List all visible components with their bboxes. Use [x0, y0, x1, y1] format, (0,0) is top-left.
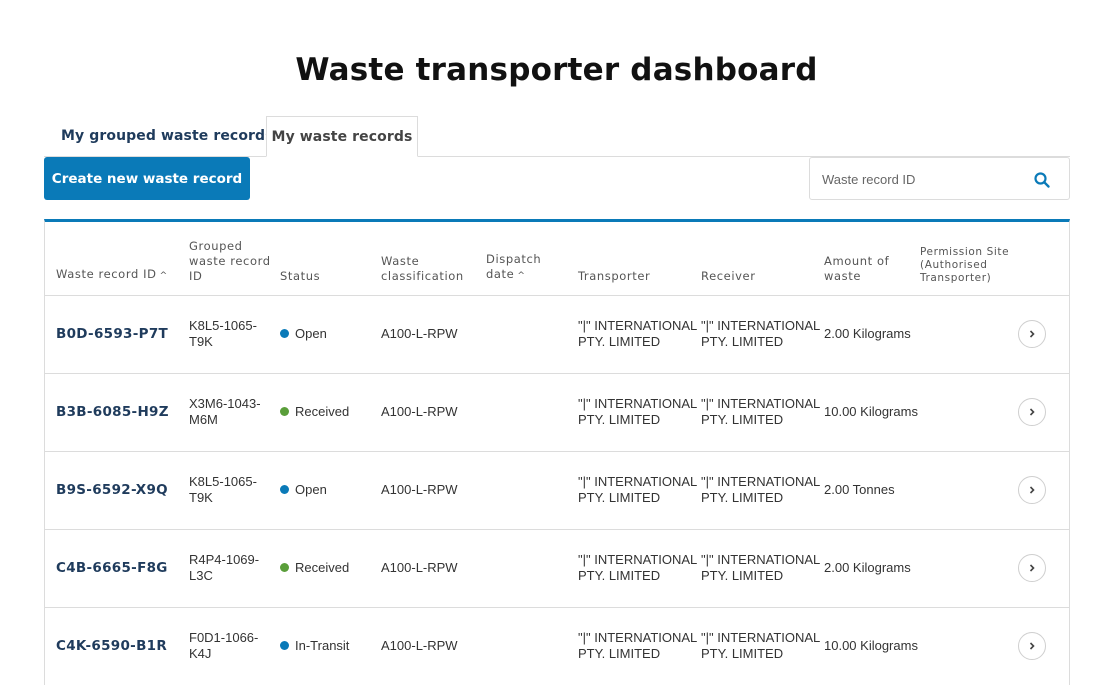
status-label: Open: [295, 482, 327, 497]
receiver: "|" INTERNATIONAL PTY. LIMITED: [701, 529, 824, 608]
waste-classification: A100-L-RPW: [381, 295, 486, 374]
status-cell: Open: [280, 451, 381, 530]
table-row[interactable]: B9S-6592-X9Q K8L5-1065-T9K Open A100-L-R…: [45, 451, 1070, 530]
waste-classification: A100-L-RPW: [381, 373, 486, 452]
status-label: Received: [295, 560, 350, 575]
status-dot-icon: [280, 563, 289, 572]
column-header-grouped-waste-record-id: Grouped waste record ID: [189, 222, 280, 296]
waste-record-id-link[interactable]: C4B-6665-F8G: [56, 560, 168, 576]
status-dot-icon: [280, 485, 289, 494]
amount-of-waste: 10.00 Kilograms: [824, 373, 920, 452]
waste-classification: A100-L-RPW: [381, 529, 486, 608]
view-record-button[interactable]: [1018, 398, 1046, 426]
view-record-button[interactable]: [1018, 632, 1046, 660]
view-record-button[interactable]: [1018, 476, 1046, 504]
table-row[interactable]: C4B-6665-F8G R4P4-1069-L3C Received A100…: [45, 529, 1070, 608]
amount-of-waste: 2.00 Tonnes: [824, 451, 920, 530]
dispatch-date: [486, 607, 578, 685]
column-header-waste-classification: Waste classification: [381, 222, 486, 296]
permission-site: [920, 295, 1018, 374]
waste-record-id-link[interactable]: C4K-6590-B1R: [56, 638, 167, 654]
dispatch-date: [486, 451, 578, 530]
search-box: [809, 157, 1070, 200]
transporter: "|" INTERNATIONAL PTY. LIMITED: [578, 529, 701, 608]
table-header-row: Waste record ID ^ Grouped waste record ID…: [45, 222, 1070, 296]
permission-site: [920, 451, 1018, 530]
waste-classification: A100-L-RPW: [381, 451, 486, 530]
status-dot-icon: [280, 329, 289, 338]
status-dot-icon: [280, 641, 289, 650]
permission-site: [920, 607, 1018, 685]
column-header-dispatch-date[interactable]: Dispatch date ^: [486, 222, 578, 296]
transporter: "|" INTERNATIONAL PTY. LIMITED: [578, 295, 701, 374]
status-label: Received: [295, 404, 350, 419]
chevron-right-icon: [1029, 408, 1035, 416]
waste-record-id-link[interactable]: B0D-6593-P7T: [56, 326, 168, 342]
receiver: "|" INTERNATIONAL PTY. LIMITED: [701, 451, 824, 530]
waste-classification: A100-L-RPW: [381, 607, 486, 685]
permission-site: [920, 529, 1018, 608]
status-label: Open: [295, 326, 327, 341]
chevron-right-icon: [1029, 642, 1035, 650]
column-header-permission-site: Permission Site (Authorised Transporter): [920, 222, 1018, 296]
tab-bar: My grouped waste records My waste record…: [44, 116, 1070, 157]
grouped-waste-record-id: F0D1-1066-K4J: [189, 607, 280, 685]
tab-my-grouped-waste-records[interactable]: My grouped waste records: [61, 116, 274, 157]
column-header-amount-of-waste: Amount of waste: [824, 222, 920, 296]
column-header-waste-record-id[interactable]: Waste record ID ^: [45, 222, 189, 296]
transporter: "|" INTERNATIONAL PTY. LIMITED: [578, 451, 701, 530]
table-row[interactable]: B3B-6085-H9Z X3M6-1043-M6M Received A100…: [45, 373, 1070, 452]
grouped-waste-record-id: X3M6-1043-M6M: [189, 373, 280, 452]
sort-ascending-icon[interactable]: ^: [517, 271, 525, 281]
status-label: In-Transit: [295, 638, 350, 653]
waste-records-table: Waste record ID ^ Grouped waste record ID…: [44, 219, 1070, 685]
waste-record-id-link[interactable]: B3B-6085-H9Z: [56, 404, 169, 420]
transporter: "|" INTERNATIONAL PTY. LIMITED: [578, 607, 701, 685]
column-header-actions: [1018, 222, 1070, 296]
waste-record-id-search-input[interactable]: [822, 168, 1022, 190]
status-cell: Open: [280, 295, 381, 374]
status-dot-icon: [280, 407, 289, 416]
chevron-right-icon: [1029, 564, 1035, 572]
tab-my-waste-records[interactable]: My waste records: [266, 116, 418, 157]
amount-of-waste: 10.00 Kilograms: [824, 607, 920, 685]
dispatch-date: [486, 529, 578, 608]
permission-site: [920, 373, 1018, 452]
status-cell: In-Transit: [280, 607, 381, 685]
column-header-receiver: Receiver: [701, 222, 824, 296]
table-row[interactable]: B0D-6593-P7T K8L5-1065-T9K Open A100-L-R…: [45, 295, 1070, 374]
table-row[interactable]: C4K-6590-B1R F0D1-1066-K4J In-Transit A1…: [45, 607, 1070, 685]
receiver: "|" INTERNATIONAL PTY. LIMITED: [701, 295, 824, 374]
page-title: Waste transporter dashboard: [295, 52, 818, 88]
view-record-button[interactable]: [1018, 320, 1046, 348]
column-header-transporter: Transporter: [578, 222, 701, 296]
grouped-waste-record-id: K8L5-1065-T9K: [189, 295, 280, 374]
sort-ascending-icon[interactable]: ^: [160, 271, 168, 281]
amount-of-waste: 2.00 Kilograms: [824, 295, 920, 374]
status-cell: Received: [280, 529, 381, 608]
grouped-waste-record-id: R4P4-1069-L3C: [189, 529, 280, 608]
column-header-status: Status: [280, 222, 381, 296]
chevron-right-icon: [1029, 330, 1035, 338]
create-new-waste-record-button[interactable]: Create new waste record: [44, 157, 250, 200]
view-record-button[interactable]: [1018, 554, 1046, 582]
status-cell: Received: [280, 373, 381, 452]
amount-of-waste: 2.00 Kilograms: [824, 529, 920, 608]
waste-record-id-link[interactable]: B9S-6592-X9Q: [56, 482, 168, 498]
dispatch-date: [486, 373, 578, 452]
chevron-right-icon: [1029, 486, 1035, 494]
grouped-waste-record-id: K8L5-1065-T9K: [189, 451, 280, 530]
receiver: "|" INTERNATIONAL PTY. LIMITED: [701, 373, 824, 452]
receiver: "|" INTERNATIONAL PTY. LIMITED: [701, 607, 824, 685]
search-icon[interactable]: [1033, 171, 1051, 189]
dispatch-date: [486, 295, 578, 374]
transporter: "|" INTERNATIONAL PTY. LIMITED: [578, 373, 701, 452]
